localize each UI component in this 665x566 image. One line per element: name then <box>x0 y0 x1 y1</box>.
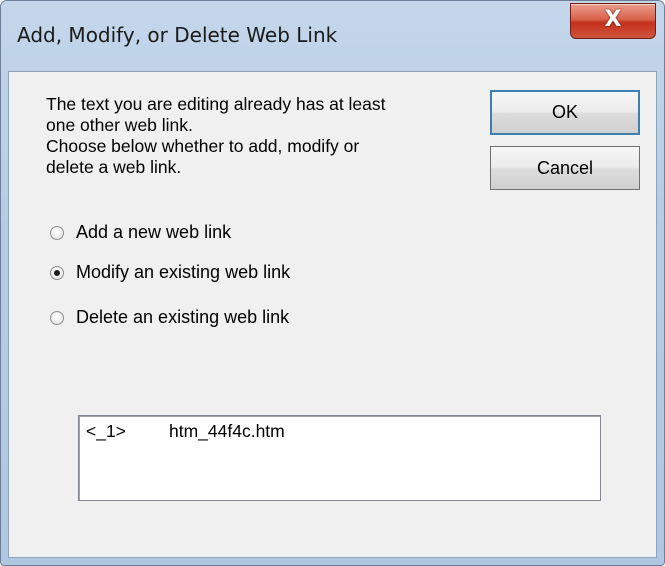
radio-button-modify[interactable] <box>50 265 64 280</box>
radio-label-delete[interactable]: Delete an existing web link <box>76 307 289 328</box>
ok-button[interactable]: OK <box>490 90 640 135</box>
radio-button-delete[interactable] <box>50 310 64 325</box>
link-tag: <_1> <box>86 421 126 441</box>
cancel-button[interactable]: Cancel <box>490 146 640 190</box>
radio-label-modify[interactable]: Modify an existing web link <box>76 262 290 283</box>
radio-label-add[interactable]: Add a new web link <box>76 222 231 243</box>
web-link-listbox[interactable]: <_1> htm_44f4c.htm <box>78 415 601 501</box>
radio-add-link[interactable]: Add a new web link <box>50 222 231 243</box>
instruction-text: The text you are editing already has at … <box>46 94 476 178</box>
radio-delete-link[interactable]: Delete an existing web link <box>50 307 289 328</box>
close-button[interactable]: X <box>570 3 656 39</box>
radio-button-add[interactable] <box>50 225 64 240</box>
instruction-line: one other web link. <box>46 115 193 135</box>
instruction-line: delete a web link. <box>46 157 182 177</box>
title-bar[interactable]: Add, Modify, or Delete Web Link X <box>1 1 664 71</box>
instruction-line: Choose below whether to add, modify or <box>46 136 360 156</box>
close-icon: X <box>604 7 622 32</box>
radio-modify-link[interactable]: Modify an existing web link <box>50 262 290 283</box>
dialog-title: Add, Modify, or Delete Web Link <box>17 23 338 47</box>
radio-selected-dot <box>54 269 60 276</box>
link-file: htm_44f4c.htm <box>169 421 285 441</box>
dialog-window: Add, Modify, or Delete Web Link X The te… <box>0 0 665 566</box>
list-item[interactable]: <_1> htm_44f4c.htm <box>86 421 285 442</box>
dialog-body: The text you are editing already has at … <box>8 71 657 558</box>
instruction-line: The text you are editing already has at … <box>46 94 386 114</box>
